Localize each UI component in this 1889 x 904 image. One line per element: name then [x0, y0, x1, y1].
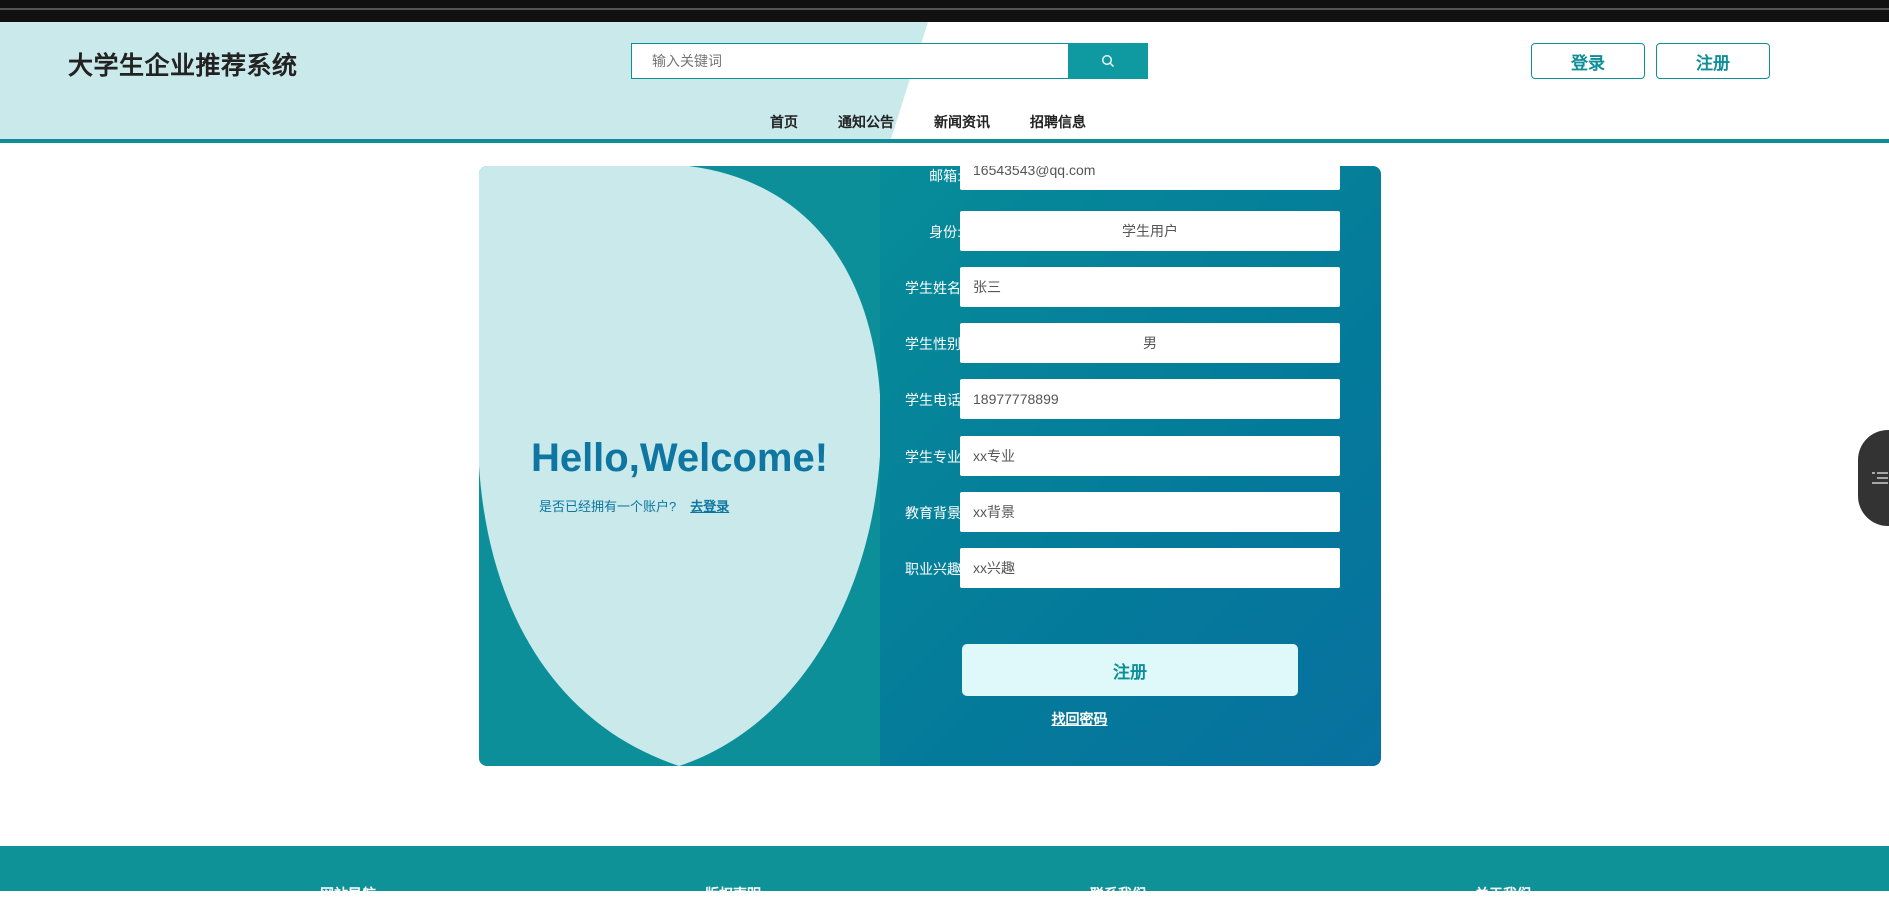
footer-link-site-nav[interactable]: 网站导航	[320, 884, 376, 904]
education-label: 教育背景	[905, 505, 961, 521]
site-title: 大学生企业推荐系统	[68, 52, 298, 80]
form-row-email: 邮箱: 16543543@qq.com	[880, 166, 1381, 190]
gender-label: 学生性别	[905, 336, 961, 352]
register-button[interactable]: 注册	[1656, 43, 1770, 79]
nav-item-notices[interactable]: 通知公告	[838, 112, 894, 132]
footer-link-about[interactable]: 关于我们	[1475, 884, 1531, 904]
register-form: 邮箱: 16543543@qq.com 身份: 学生用户 学生姓名 张三 学生性…	[880, 166, 1381, 766]
welcome-panel: Hello,Welcome! 是否已经拥有一个账户? 去登录	[479, 166, 880, 766]
name-label: 学生姓名	[905, 280, 961, 296]
footer-link-contact[interactable]: 联系我们	[1090, 884, 1146, 904]
forgot-password-link[interactable]: 找回密码	[880, 709, 1381, 729]
search-button[interactable]	[1068, 43, 1148, 79]
form-row-phone: 学生电话 18977778899	[880, 379, 1381, 419]
form-row-role: 身份: 学生用户	[880, 211, 1381, 251]
nav-item-jobs[interactable]: 招聘信息	[1030, 112, 1086, 132]
welcome-title: Hello,Welcome!	[530, 436, 829, 480]
major-field[interactable]: xx专业	[960, 436, 1340, 476]
list-icon	[1872, 472, 1888, 484]
phone-label: 学生电话	[905, 392, 961, 408]
browser-top-bar	[0, 0, 1889, 22]
gender-select[interactable]: 男	[960, 323, 1340, 363]
phone-field[interactable]: 18977778899	[960, 379, 1340, 419]
email-label: 邮箱:	[929, 168, 961, 184]
login-button[interactable]: 登录	[1531, 43, 1645, 79]
forgot-password-label: 找回密码	[1051, 711, 1108, 727]
register-submit-button[interactable]: 注册	[962, 644, 1298, 696]
form-row-interest: 职业兴趣 xx兴趣	[880, 548, 1381, 588]
role-label: 身份:	[929, 224, 961, 240]
interest-field[interactable]: xx兴趣	[960, 548, 1340, 588]
major-label: 学生专业	[905, 449, 961, 465]
form-row-gender: 学生性别 男	[880, 323, 1381, 363]
nav-item-home[interactable]: 首页	[770, 112, 798, 132]
main-nav: 首页 通知公告 新闻资讯 招聘信息	[770, 112, 1126, 132]
form-row-name: 学生姓名 张三	[880, 267, 1381, 307]
interest-label: 职业兴趣	[905, 561, 961, 577]
account-question: 是否已经拥有一个账户?	[539, 499, 677, 514]
nav-item-news[interactable]: 新闻资讯	[934, 112, 990, 132]
search-bar	[631, 43, 1148, 79]
form-row-education: 教育背景 xx背景	[880, 492, 1381, 532]
search-icon	[1101, 54, 1114, 67]
header-divider	[0, 139, 1889, 143]
education-field[interactable]: xx背景	[960, 492, 1340, 532]
footer-link-copyright[interactable]: 版权声明	[705, 884, 761, 904]
site-footer: 网站导航 版权声明 联系我们 关于我们	[0, 846, 1889, 902]
side-menu-tab[interactable]	[1858, 430, 1889, 526]
form-row-major: 学生专业 xx专业	[880, 436, 1381, 476]
welcome-subtitle: 是否已经拥有一个账户? 去登录	[539, 496, 729, 515]
name-field[interactable]: 张三	[960, 267, 1340, 307]
role-select[interactable]: 学生用户	[960, 211, 1340, 251]
register-card: Hello,Welcome! 是否已经拥有一个账户? 去登录 邮箱: 165435…	[479, 166, 1381, 766]
email-field[interactable]: 16543543@qq.com	[960, 166, 1340, 190]
go-login-link[interactable]: 去登录	[690, 499, 729, 514]
search-input[interactable]	[631, 43, 1089, 79]
